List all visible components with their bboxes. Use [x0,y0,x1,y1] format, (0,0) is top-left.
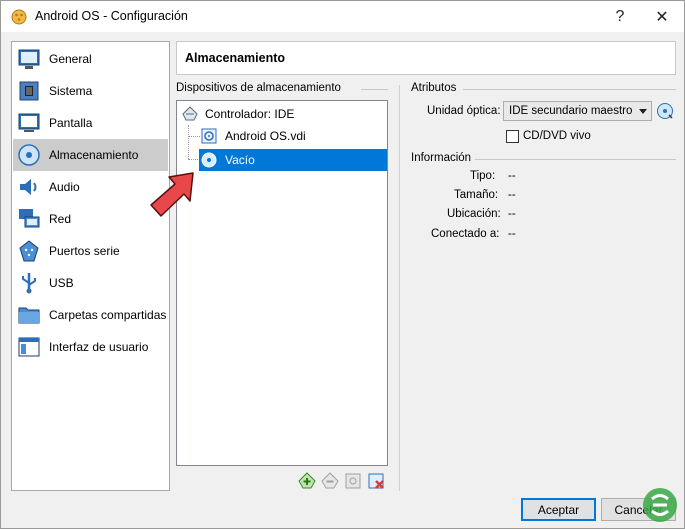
close-button[interactable]: ✕ [639,1,685,32]
accept-button[interactable]: Aceptar [521,498,596,521]
info-type-label: Tipo: [470,170,496,182]
information-group-label: Información [411,152,472,164]
close-icon: ✕ [655,8,669,26]
audio-icon [20,179,37,195]
info-attached-to-label: Conectado a: [431,228,500,240]
divider [361,89,388,90]
help-button[interactable]: ? [597,1,643,32]
sidebar-item-user-interface[interactable]: Interfaz de usuario [13,331,168,363]
controller-label: Controlador: IDE [205,107,295,121]
serial-ports-icon [19,240,39,262]
remove-controller-icon[interactable] [321,472,339,490]
general-icon [18,49,40,69]
page-title: Almacenamiento [185,51,286,65]
sidebar-item-label: Sistema [49,84,93,98]
chevron-down-icon [639,109,647,114]
title-bar: Android OS - Configuración ? ✕ [1,1,684,32]
sidebar-item-serial-ports[interactable]: Puertos serie [13,235,168,267]
window-title: Android OS - Configuración [35,9,188,23]
info-location-label: Ubicación: [447,208,501,220]
attributes-group-label: Atributos [411,82,457,94]
tree-item-hard-disk[interactable]: Android OS.vdi [199,125,385,147]
tree-item-controller-ide[interactable]: Controlador: IDE [179,103,385,125]
display-icon [18,113,40,132]
optical-drive-label: Unidad óptica: [427,105,501,117]
page-header: Almacenamiento [176,41,676,75]
sidebar-item-network[interactable]: Red [13,203,168,235]
network-icon [19,209,40,228]
sidebar-item-label: Almacenamiento [49,148,139,162]
shared-folders-icon [18,307,40,324]
live-cd-label: CD/DVD vivo [523,130,591,142]
optical-drive-select[interactable]: IDE secundario maestro [503,101,652,121]
choose-disc-icon[interactable] [656,102,674,120]
user-interface-icon [18,337,40,357]
device-label: Vacío [225,153,255,167]
sidebar-item-label: Audio [49,180,80,194]
storage-devices-group-label: Dispositivos de almacenamiento [176,82,341,94]
live-cd-checkbox[interactable] [506,130,519,143]
sidebar-item-label: General [49,52,92,66]
storage-tree[interactable]: Controlador: IDE Android OS.vdi Vacío [176,100,388,466]
tree-connector [188,125,189,159]
settings-sidebar: General Sistema Pantalla Almacenamiento … [11,41,170,491]
settings-window: Android OS - Configuración ? ✕ General S… [0,0,685,529]
remove-attachment-icon[interactable] [367,472,385,490]
info-attached-to-value: -- [508,228,516,240]
info-size-value: -- [508,189,516,201]
sidebar-item-storage[interactable]: Almacenamiento [13,139,168,171]
usb-icon [22,273,36,294]
accept-label: Aceptar [537,502,580,517]
annotation-arrow-icon [150,172,194,217]
storage-icon [18,144,40,166]
vertical-divider [399,85,400,491]
tree-item-optical-drive[interactable]: Vacío [199,149,387,171]
sidebar-item-label: Interfaz de usuario [49,340,149,354]
info-type-value: -- [508,170,516,182]
divider [463,89,676,90]
sidebar-item-label: Carpetas compartidas [49,308,167,322]
optical-disc-icon [201,152,217,168]
help-icon: ? [615,7,625,25]
divider [475,159,676,160]
sidebar-item-label: USB [49,276,74,290]
add-attachment-icon[interactable] [344,472,362,490]
sidebar-item-label: Pantalla [49,116,93,130]
add-controller-icon[interactable] [298,472,316,490]
system-icon [19,81,39,101]
device-label: Android OS.vdi [225,129,306,143]
sidebar-item-usb[interactable]: USB [13,267,168,299]
sidebar-item-label: Red [49,212,72,226]
sidebar-item-shared-folders[interactable]: Carpetas compartidas [13,299,168,331]
info-location-value: -- [508,208,516,220]
hard-disk-icon [201,128,217,144]
controller-icon [182,106,198,121]
sidebar-item-audio[interactable]: Audio [13,171,168,203]
virtualbox-app-icon [11,9,27,25]
sidebar-item-general[interactable]: General [13,43,168,75]
sidebar-item-system[interactable]: Sistema [13,75,168,107]
sidebar-item-label: Puertos serie [49,244,120,258]
sidebar-item-display[interactable]: Pantalla [13,107,168,139]
info-size-label: Tamaño: [454,189,499,201]
watermark-logo-icon [643,488,677,522]
optical-drive-value: IDE secundario maestro [509,105,633,117]
